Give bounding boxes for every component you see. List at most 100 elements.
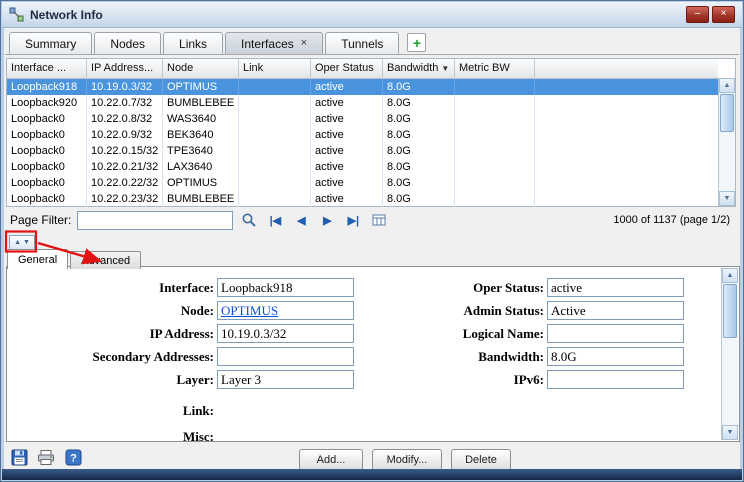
table-cell: active (311, 95, 383, 111)
table-cell (455, 111, 535, 127)
field-secondary-addresses[interactable] (217, 347, 354, 366)
print-button[interactable] (36, 449, 56, 467)
table-cell (239, 79, 311, 95)
field-ip-address[interactable]: 10.19.0.3/32 (217, 324, 354, 343)
detail-tab-general[interactable]: General (7, 249, 68, 269)
table-row[interactable]: Loopback010.22.0.23/32BUMBLEBEEactive8.0… (7, 191, 718, 207)
tab-close-icon[interactable]: × (301, 38, 307, 49)
column-header-oper-status[interactable]: Oper Status (311, 59, 383, 78)
printer-icon (37, 449, 55, 466)
collapse-up-icon: ▲ (14, 238, 21, 248)
table-cell: active (311, 159, 383, 175)
column-label: IP Address... (91, 62, 153, 78)
search-icon (241, 212, 257, 228)
page-filter-input[interactable] (77, 211, 233, 230)
scrollbar-thumb[interactable] (723, 284, 737, 338)
previous-page-button[interactable]: ◀ (291, 214, 311, 227)
field-logical-name[interactable] (547, 324, 684, 343)
scrollbar-thumb[interactable] (720, 94, 734, 132)
first-page-button[interactable]: |◀ (265, 214, 285, 227)
tab-nodes[interactable]: Nodes (94, 32, 161, 54)
table-cell: BUMBLEBEE (163, 191, 239, 207)
table-row[interactable]: Loopback010.22.0.15/32TPE3640active8.0G (7, 143, 718, 159)
table-cell: Loopback0 (7, 111, 87, 127)
column-label: Node (167, 62, 193, 78)
footer-toolbar: ? Add... Modify... Delete (6, 444, 738, 471)
detail-vertical-scrollbar[interactable]: ▲ ▼ (721, 268, 738, 440)
table-cell: LAX3640 (163, 159, 239, 175)
table-row[interactable]: Loopback010.22.0.22/32OPTIMUSactive8.0G (7, 175, 718, 191)
table-cell-filler (535, 111, 718, 127)
column-header-ip-address[interactable]: IP Address... (87, 59, 163, 78)
table-cell: Loopback0 (7, 175, 87, 191)
field-bandwidth[interactable]: 8.0G (547, 347, 684, 366)
column-header-interface[interactable]: Interface ... (7, 59, 87, 78)
goto-page-button[interactable] (369, 211, 389, 229)
table-cell: WAS3640 (163, 111, 239, 127)
table-cell: 8.0G (383, 127, 455, 143)
scroll-down-icon[interactable]: ▼ (719, 191, 735, 206)
table-row[interactable]: Loopback92010.22.0.7/32BUMBLEBEEactive8.… (7, 95, 718, 111)
scroll-down-icon[interactable]: ▼ (722, 425, 738, 440)
table-cell: Loopback0 (7, 143, 87, 159)
tab-interfaces[interactable]: Interfaces × (225, 32, 323, 54)
field-label-ip-address: IP Address: (11, 324, 217, 343)
column-header-node[interactable]: Node (163, 59, 239, 78)
tab-label: Nodes (110, 37, 145, 51)
last-page-button[interactable]: ▶| (343, 214, 363, 227)
add-button[interactable]: Add... (299, 449, 363, 471)
field-node[interactable]: OPTIMUS (217, 301, 354, 320)
next-page-button[interactable]: ▶ (317, 214, 337, 227)
add-tab-button[interactable]: + (407, 33, 426, 52)
tab-links[interactable]: Links (163, 32, 223, 54)
help-icon: ? (65, 449, 82, 466)
table-vertical-scrollbar[interactable]: ▲ ▼ (718, 78, 735, 206)
modify-button[interactable]: Modify... (372, 449, 442, 471)
search-button[interactable] (239, 211, 259, 229)
node-link[interactable]: OPTIMUS (221, 303, 278, 318)
field-layer[interactable]: Layer 3 (217, 370, 354, 389)
table-cell: TPE3640 (163, 143, 239, 159)
minimize-button[interactable]: – (686, 6, 709, 23)
delete-button[interactable]: Delete (451, 449, 511, 471)
page-status-text: 1000 of 1137 (page 1/2) (613, 214, 734, 226)
tab-tunnels[interactable]: Tunnels (325, 32, 399, 54)
tab-label: Interfaces (241, 37, 294, 51)
table-cell (455, 143, 535, 159)
table-cell (455, 191, 535, 207)
field-label-oper-status: Oper Status: (354, 278, 547, 297)
column-header-metric-bw[interactable]: Metric BW (455, 59, 535, 78)
column-label: Oper Status (315, 62, 374, 78)
column-header-bandwidth[interactable]: Bandwidth▼ (383, 59, 455, 78)
collapse-panel-toggle[interactable]: ▲ ▼ (9, 235, 35, 250)
table-cell (239, 95, 311, 111)
table-row[interactable]: Loopback010.22.0.9/32BEK3640active8.0G (7, 127, 718, 143)
table-cell: active (311, 191, 383, 207)
table-cell (239, 159, 311, 175)
help-button[interactable]: ? (63, 449, 83, 467)
table-cell: Loopback920 (7, 95, 87, 111)
table-cell (239, 127, 311, 143)
table-cell: 8.0G (383, 175, 455, 191)
column-label: Metric BW (459, 62, 510, 78)
field-ipv6[interactable] (547, 370, 684, 389)
field-interface[interactable]: Loopback918 (217, 278, 354, 297)
detail-tab-advanced[interactable]: Advanced (70, 251, 141, 269)
column-header-link[interactable]: Link (239, 59, 311, 78)
scroll-up-icon[interactable]: ▲ (719, 78, 735, 93)
table-row[interactable]: Loopback91810.19.0.3/32OPTIMUSactive8.0G (7, 79, 718, 95)
close-button[interactable]: × (712, 6, 735, 23)
table-cell: 8.0G (383, 79, 455, 95)
field-oper-status[interactable]: active (547, 278, 684, 297)
table-row[interactable]: Loopback010.22.0.8/32WAS3640active8.0G (7, 111, 718, 127)
column-label: Interface ... (11, 62, 66, 78)
save-button[interactable] (9, 449, 29, 467)
table-cell (239, 175, 311, 191)
table-cell: 10.22.0.7/32 (87, 95, 163, 111)
table-row[interactable]: Loopback010.22.0.21/32LAX3640active8.0G (7, 159, 718, 175)
table-body: Loopback91810.19.0.3/32OPTIMUSactive8.0G… (7, 79, 718, 207)
field-admin-status[interactable]: Active (547, 301, 684, 320)
scroll-up-icon[interactable]: ▲ (722, 268, 738, 283)
field-label-interface: Interface: (11, 278, 217, 297)
tab-summary[interactable]: Summary (9, 32, 92, 54)
